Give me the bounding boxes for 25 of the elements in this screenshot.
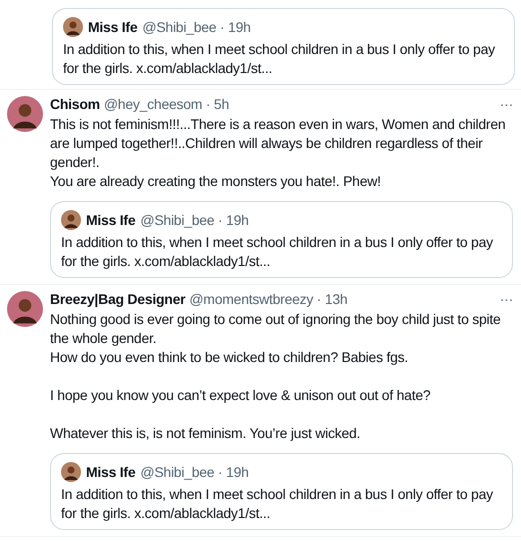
author-handle[interactable]: @hey_cheesom · 5h	[104, 96, 229, 112]
author-handle[interactable]: @momentswtbreezy · 13h	[189, 291, 348, 307]
post-text: This is not feminism!!!...There is a reason even in wars, Women and children are lumped together!!..Children will always be children regardless of their gender!. You are already creating the monsters you hate!. Phew!	[50, 115, 506, 191]
author-handle[interactable]: @Shibi_bee · 19h	[140, 464, 249, 480]
quoted-text: In addition to this, when I meet school children in a bus I only offer to pay for the girls. x.com/ablacklady1/st...	[61, 485, 494, 523]
author-name[interactable]: Miss Ife	[86, 464, 136, 480]
post-text: Nothing good is ever going to come out of ignoring the boy child just to spite the whole gender. How do you even think to be wicked to children? Babies fgs. I hope you know you can’t expect love & unison out out of hate? Whatever this is, is not feminism. You’re just wicked.	[50, 310, 502, 443]
avatar[interactable]	[7, 96, 43, 132]
avatar[interactable]	[7, 291, 43, 327]
avatar[interactable]	[61, 210, 81, 230]
quoted-post[interactable]: Miss Ife @Shibi_bee · 19h In addition to this, when I meet school children in a bus I only offer to pay for the girls. x.com/ablacklady1/st...	[50, 201, 513, 278]
quoted-post[interactable]: Miss Ife @Shibi_bee · 19h In addition to this, when I meet school children in a bus I only offer to pay for the girls. x.com/ablacklady1/st...	[50, 453, 513, 530]
more-button[interactable]: ···	[500, 291, 513, 307]
author-name[interactable]: Breezy|Bag Designer	[50, 291, 186, 307]
author-name[interactable]: Miss Ife	[88, 19, 138, 35]
author-name[interactable]: Chisom	[50, 96, 100, 112]
author-handle[interactable]: @Shibi_bee · 19h	[142, 19, 251, 35]
author-name[interactable]: Miss Ife	[86, 212, 136, 228]
author-handle[interactable]: @Shibi_bee · 19h	[140, 212, 249, 228]
quoted-text: In addition to this, when I meet school children in a bus I only offer to pay for the girls. x.com/ablacklady1/st...	[63, 40, 496, 78]
avatar[interactable]	[61, 462, 81, 482]
quoted-text: In addition to this, when I meet school children in a bus I only offer to pay for the girls. x.com/ablacklady1/st...	[61, 233, 494, 271]
more-button[interactable]: ···	[500, 96, 513, 112]
quoted-post[interactable]: Miss Ife @Shibi_bee · 19h In addition to this, when I meet school children in a bus I only offer to pay for the girls. x.com/ablacklady1/st...	[52, 8, 515, 85]
avatar[interactable]	[63, 17, 83, 37]
